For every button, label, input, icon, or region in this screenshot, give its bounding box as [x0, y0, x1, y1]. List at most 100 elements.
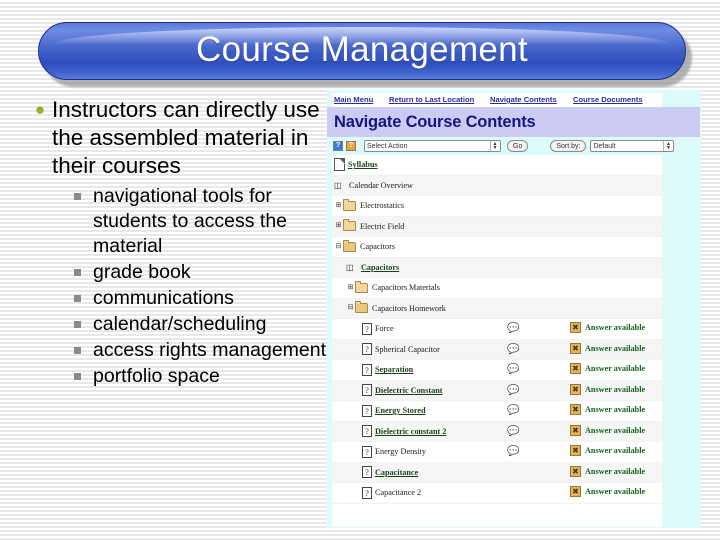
tree-item-label[interactable]: Energy Stored — [375, 406, 426, 415]
question-icon: ? — [362, 343, 372, 356]
discussion-icon[interactable]: 💬 — [507, 344, 520, 356]
question-icon: ? — [362, 404, 372, 417]
tree-expand-toggle[interactable]: ⊞ — [346, 284, 355, 292]
nav-link-navigate[interactable]: Navigate Contents — [490, 95, 557, 104]
question-icon: ? — [362, 466, 372, 479]
discussion-icon[interactable]: 💬 — [507, 446, 520, 458]
bullet-level1-label: Instructors can directly use the assembl… — [52, 97, 320, 178]
screenshot-nav-bar: Main Menu Return to Last Location Naviga… — [332, 93, 662, 107]
bullet-square-icon — [74, 260, 93, 285]
tree-expand-toggle[interactable]: ⊞ — [334, 222, 343, 230]
answer-icon: ✖ — [570, 486, 581, 497]
go-button[interactable]: Go — [507, 140, 529, 152]
answer-available-badge[interactable]: ✖ Answer available — [570, 486, 645, 497]
help-orange-icon[interactable]: ? — [346, 141, 356, 151]
tree-row[interactable]: ◫ Calendar Overview — [332, 175, 662, 196]
title-banner-pill: Course Management — [38, 22, 686, 80]
tree-item-label[interactable]: Capacitance — [375, 468, 418, 477]
tree-row[interactable]: ? Force 💬 ✖ Answer available — [332, 319, 662, 340]
tree-expand-toggle[interactable]: ⊟ — [334, 243, 343, 251]
answer-available-label: Answer available — [585, 425, 646, 435]
discussion-icon[interactable]: 💬 — [507, 364, 520, 376]
tree-row[interactable]: ⊞ Electrostatics — [332, 196, 662, 217]
tree-expand-toggle[interactable]: ⊞ — [334, 202, 343, 210]
tree-row[interactable]: ⊟ Capacitors Homework — [332, 298, 662, 319]
nav-link-return-to-last[interactable]: Return to Last Location — [389, 95, 474, 104]
sort-value-dropdown[interactable]: Default ▲ ▼ — [590, 140, 675, 152]
tree-row[interactable]: Syllabus — [332, 155, 662, 176]
bullet-level2-label: calendar/scheduling — [93, 313, 267, 335]
tree-row[interactable]: ? Energy Stored 💬 ✖ Answer available — [332, 401, 662, 422]
tree-row-content: ⊟ Capacitors — [334, 239, 396, 252]
answer-available-label: Answer available — [585, 405, 646, 414]
discussion-icon[interactable]: 💬 — [507, 426, 520, 438]
tree-row[interactable]: ◫ Capacitors — [332, 257, 662, 278]
tree-row[interactable]: ⊞ Electric Field — [332, 216, 662, 237]
tree-item-label[interactable]: Capacitors — [361, 263, 399, 272]
answer-icon: ✖ — [570, 404, 581, 415]
bullet-sublist: navigational tools for students to acces… — [28, 184, 328, 389]
answer-available-badge[interactable]: ✖ Answer available — [570, 424, 646, 436]
tree-row[interactable]: ? Dielectric Constant 💬 ✖ Answer available — [332, 380, 662, 401]
tree-item-label: Capacitors — [360, 242, 396, 252]
tree-row-content: ? Energy Stored — [362, 404, 426, 417]
bullet-level2-label: grade book — [93, 261, 191, 283]
screenshot-toolbar: ? ? Select Action ▲ ▼ Go Sort by: Default… — [327, 137, 700, 155]
tree-item-label: Capacitance 2 — [375, 488, 422, 498]
tree-row-content: Syllabus — [334, 158, 378, 172]
nav-link-course-docs[interactable]: Course Documents — [573, 95, 643, 104]
select-action-dropdown[interactable]: Select Action ▲ ▼ — [364, 140, 501, 152]
tree-item-label[interactable]: Dielectric constant 2 — [375, 427, 446, 436]
answer-available-label: Answer available — [585, 323, 646, 332]
discussion-icon[interactable]: 💬 — [507, 405, 520, 417]
bullet-level2-label: portfolio space — [93, 365, 220, 387]
tree-row[interactable]: ⊟ Capacitors — [332, 237, 662, 258]
answer-available-badge[interactable]: ✖ Answer available — [570, 363, 645, 374]
bullet-level2-label: navigational tools for students to acces… — [93, 185, 288, 257]
question-icon: ? — [362, 384, 372, 397]
bullet-square-icon — [74, 184, 93, 209]
answer-available-badge[interactable]: ✖ Answer available — [570, 465, 645, 477]
folder-open-icon — [355, 301, 368, 314]
bullet-square-icon — [74, 312, 93, 337]
answer-available-badge[interactable]: ✖ Answer available — [570, 445, 645, 456]
answer-icon: ✖ — [570, 322, 581, 333]
tree-row-content: ? Spherical Capacitor — [362, 343, 440, 356]
tree-expand-toggle[interactable]: ⊟ — [346, 304, 355, 312]
help-blue-icon[interactable]: ? — [333, 141, 343, 151]
tree-row[interactable]: ? Capacitance 2 ✖ Answer available — [332, 483, 662, 504]
tree-row-content: ? Force — [362, 322, 394, 335]
tree-item-label: Electrostatics — [360, 201, 405, 211]
tree-item-label[interactable]: Separation — [375, 365, 413, 374]
nav-link-main-menu[interactable]: Main Menu — [334, 95, 373, 104]
tree-item-label[interactable]: Dielectric Constant — [375, 386, 443, 395]
tree-row-content: ⊞ Electrostatics — [334, 198, 405, 211]
tree-row-content: ? Energy Density — [362, 445, 426, 458]
answer-available-badge[interactable]: ✖ Answer available — [570, 383, 645, 395]
tree-item-label[interactable]: Syllabus — [348, 160, 378, 169]
bullet-square-icon — [74, 286, 93, 311]
tree-row[interactable]: ? Energy Density 💬 ✖ Answer available — [332, 442, 662, 463]
tree-row[interactable]: ? Spherical Capacitor 💬 ✖ Answer available — [332, 339, 662, 360]
bullet-level2: access rights management — [74, 338, 328, 363]
tree-item-label: Electric Field — [360, 221, 405, 231]
bullet-level2-label: access rights management — [93, 339, 327, 361]
folder-icon — [355, 280, 368, 293]
tree-item-label: Spherical Capacitor — [375, 344, 440, 354]
answer-available-badge[interactable]: ✖ Answer available — [570, 404, 645, 415]
tree-row-content: ◫ Capacitors — [346, 262, 399, 273]
answer-available-badge[interactable]: ✖ Answer available — [570, 342, 645, 354]
tree-row[interactable]: ⊞ Capacitors Materials — [332, 278, 662, 299]
discussion-icon[interactable]: 💬 — [507, 385, 520, 397]
chevron-updown-icon: ▲ ▼ — [663, 141, 672, 151]
answer-available-badge[interactable]: ✖ Answer available — [570, 322, 645, 333]
bullet-level2: portfolio space — [74, 364, 328, 389]
lon-capa-screenshot: Main Menu Return to Last Location Naviga… — [327, 90, 701, 528]
tree-row[interactable]: ? Capacitance ✖ Answer available — [332, 462, 662, 483]
tree-row[interactable]: ? Dielectric constant 2 💬 ✖ Answer available — [332, 421, 662, 442]
calendar-icon: ◫ — [346, 262, 354, 272]
tree-row[interactable]: ? Separation 💬 ✖ Answer available — [332, 360, 662, 381]
discussion-icon[interactable]: 💬 — [507, 323, 520, 335]
sort-by-label[interactable]: Sort by: — [550, 140, 587, 152]
bullet-dot-icon: ● — [34, 100, 46, 119]
